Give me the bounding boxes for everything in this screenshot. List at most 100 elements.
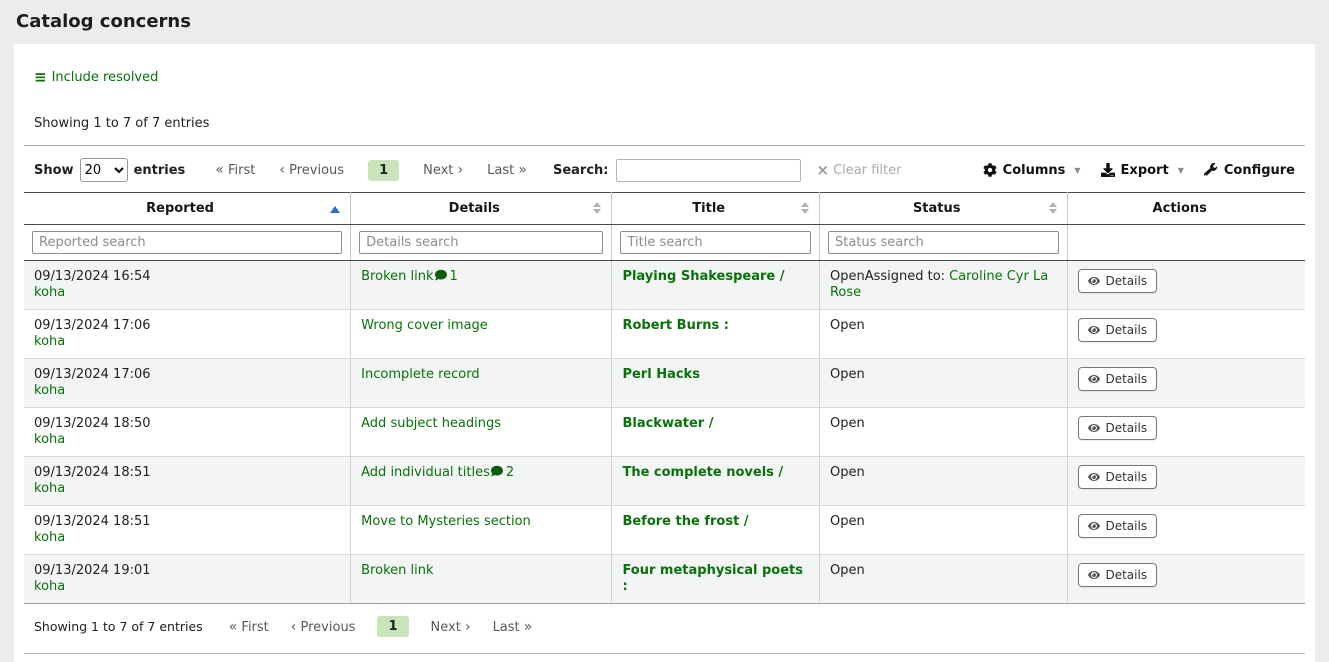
chevron-down-icon: ▼ bbox=[1178, 166, 1184, 175]
record-title-link[interactable]: The complete novels / bbox=[622, 465, 783, 480]
column-header-reported[interactable]: Reported bbox=[24, 193, 351, 225]
record-title-link[interactable]: Robert Burns : bbox=[622, 318, 729, 333]
divider bbox=[24, 653, 1305, 654]
pagination-bottom: « First ‹ Previous 1 Next › Last » bbox=[229, 616, 533, 637]
details-button-label: Details bbox=[1105, 323, 1147, 337]
details-filter-input[interactable] bbox=[359, 231, 603, 254]
pagination-current-page[interactable]: 1 bbox=[377, 616, 408, 637]
pagination-next-button[interactable]: Next › bbox=[423, 162, 463, 178]
concern-details-link[interactable]: Move to Mysteries section bbox=[361, 514, 531, 529]
concern-details-link[interactable]: Wrong cover image bbox=[361, 318, 488, 333]
table-row: 09/13/2024 17:06 koha Wrong cover image … bbox=[24, 310, 1305, 359]
reporter-link[interactable]: koha bbox=[34, 530, 65, 545]
table-toolbar: Show 20 entries « First ‹ Previous 1 Nex… bbox=[24, 146, 1305, 192]
table-footer: Showing 1 to 7 of 7 entries « First ‹ Pr… bbox=[24, 604, 1305, 651]
sort-both-icon bbox=[1049, 202, 1057, 214]
columns-button[interactable]: Columns ▼ bbox=[983, 163, 1081, 178]
concern-details-link[interactable]: Broken link bbox=[361, 269, 433, 284]
details-cell: Broken link bbox=[351, 555, 612, 604]
page-header: Catalog concerns bbox=[0, 0, 1329, 44]
pagination-first-button[interactable]: « First bbox=[229, 619, 269, 635]
concern-details-link[interactable]: Broken link bbox=[361, 563, 433, 578]
reporter-link[interactable]: koha bbox=[34, 579, 65, 594]
title-cell: Four metaphysical poets : bbox=[612, 555, 820, 604]
include-resolved-link[interactable]: ≡ Include resolved bbox=[24, 44, 158, 85]
export-button[interactable]: Export ▼ bbox=[1101, 163, 1184, 178]
entries-per-page-select[interactable]: 20 bbox=[80, 158, 128, 182]
column-header-details[interactable]: Details bbox=[351, 193, 612, 225]
concern-details-link[interactable]: Incomplete record bbox=[361, 367, 479, 382]
double-chevron-right-icon: » bbox=[518, 162, 527, 178]
details-button[interactable]: Details bbox=[1078, 465, 1157, 489]
details-cell: Add individual titles2 bbox=[351, 457, 612, 506]
status-text: Open bbox=[830, 416, 865, 431]
column-header-status[interactable]: Status bbox=[819, 193, 1068, 225]
pagination-previous-button[interactable]: ‹ Previous bbox=[291, 619, 356, 635]
reporter-link[interactable]: koha bbox=[34, 432, 65, 447]
status-cell: Open bbox=[819, 310, 1068, 359]
reporter-link[interactable]: koha bbox=[34, 481, 65, 496]
clear-filter-button[interactable]: × Clear filter bbox=[817, 161, 902, 179]
details-button[interactable]: Details bbox=[1078, 269, 1157, 293]
details-button[interactable]: Details bbox=[1078, 563, 1157, 587]
reporter-link[interactable]: koha bbox=[34, 383, 65, 398]
details-button[interactable]: Details bbox=[1078, 416, 1157, 440]
configure-label: Configure bbox=[1224, 163, 1295, 178]
eye-icon bbox=[1088, 422, 1100, 434]
reported-filter-input[interactable] bbox=[32, 231, 342, 254]
double-chevron-right-icon: » bbox=[524, 619, 533, 635]
main-panel: ≡ Include resolved Showing 1 to 7 of 7 e… bbox=[14, 44, 1315, 662]
details-button[interactable]: Details bbox=[1078, 514, 1157, 538]
details-button[interactable]: Details bbox=[1078, 367, 1157, 391]
record-title-link[interactable]: Four metaphysical poets : bbox=[622, 563, 803, 594]
details-cell: Add subject headings bbox=[351, 408, 612, 457]
concern-details-link[interactable]: Add individual titles bbox=[361, 465, 490, 480]
pagination-previous-button[interactable]: ‹ Previous bbox=[279, 162, 344, 178]
reported-timestamp: 09/13/2024 16:54 bbox=[34, 269, 340, 285]
actions-cell: Details bbox=[1068, 457, 1305, 506]
record-title-link[interactable]: Playing Shakespeare / bbox=[622, 269, 784, 284]
search-label: Search: bbox=[553, 163, 609, 178]
reporter-link[interactable]: koha bbox=[34, 285, 65, 300]
eye-icon bbox=[1088, 373, 1100, 385]
reported-cell: 09/13/2024 16:54 koha bbox=[24, 261, 351, 310]
chevron-right-icon: › bbox=[458, 162, 464, 178]
columns-label: Columns bbox=[1003, 163, 1066, 178]
details-button[interactable]: Details bbox=[1078, 318, 1157, 342]
record-title-link[interactable]: Perl Hacks bbox=[622, 367, 699, 382]
concern-details-link[interactable]: Add subject headings bbox=[361, 416, 501, 431]
title-filter-input[interactable] bbox=[620, 231, 811, 254]
pagination-last-button[interactable]: Last » bbox=[493, 619, 533, 635]
record-title-link[interactable]: Blackwater / bbox=[622, 416, 713, 431]
pagination-first-button[interactable]: « First bbox=[215, 162, 255, 178]
title-cell: Robert Burns : bbox=[612, 310, 820, 359]
status-cell: Open bbox=[819, 555, 1068, 604]
sort-both-icon bbox=[801, 202, 809, 214]
status-filter-input[interactable] bbox=[828, 231, 1060, 254]
actions-filter-cell bbox=[1068, 225, 1305, 261]
pagination-current-page[interactable]: 1 bbox=[368, 160, 399, 181]
column-header-title[interactable]: Title bbox=[612, 193, 820, 225]
title-cell: The complete novels / bbox=[612, 457, 820, 506]
status-text: Open bbox=[830, 367, 865, 382]
pagination-last-button[interactable]: Last » bbox=[487, 162, 527, 178]
reported-cell: 09/13/2024 18:51 koha bbox=[24, 506, 351, 555]
eye-icon bbox=[1088, 569, 1100, 581]
chevron-left-icon: ‹ bbox=[279, 162, 285, 178]
record-title-link[interactable]: Before the frost / bbox=[622, 514, 748, 529]
actions-cell: Details bbox=[1068, 359, 1305, 408]
status-text: Open bbox=[830, 465, 865, 480]
reported-timestamp: 09/13/2024 17:06 bbox=[34, 318, 340, 334]
title-cell: Blackwater / bbox=[612, 408, 820, 457]
status-text: Open bbox=[830, 318, 865, 333]
details-button-label: Details bbox=[1105, 274, 1147, 288]
reporter-link[interactable]: koha bbox=[34, 334, 65, 349]
pagination-next-button[interactable]: Next › bbox=[431, 619, 471, 635]
status-cell: Open bbox=[819, 506, 1068, 555]
gear-icon bbox=[983, 163, 997, 177]
reported-cell: 09/13/2024 17:06 koha bbox=[24, 359, 351, 408]
configure-button[interactable]: Configure bbox=[1204, 163, 1295, 178]
table-search-input[interactable] bbox=[616, 159, 801, 182]
actions-cell: Details bbox=[1068, 310, 1305, 359]
table-row: 09/13/2024 16:54 koha Broken link1 Playi… bbox=[24, 261, 1305, 310]
